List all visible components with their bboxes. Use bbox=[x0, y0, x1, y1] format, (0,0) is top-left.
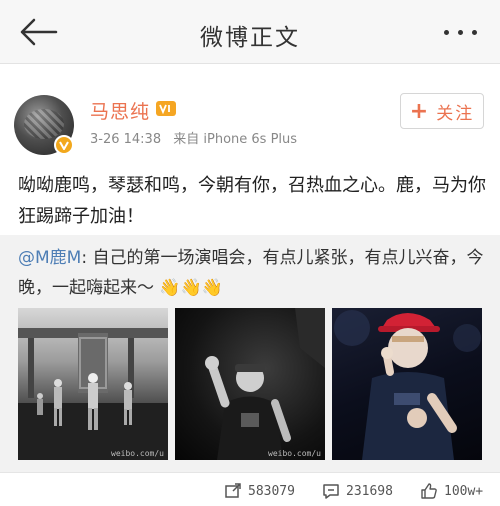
more-icon-dot bbox=[472, 30, 477, 35]
comment-button[interactable]: 231698 bbox=[322, 479, 393, 503]
repost-button[interactable]: 583079 bbox=[224, 479, 295, 503]
plus-icon: + bbox=[409, 98, 431, 124]
waving-hand-icon: 👋👋👋 bbox=[159, 278, 223, 298]
photo-singer-fist[interactable]: weibo.com/u bbox=[175, 308, 325, 460]
photo-stage-dancers[interactable]: weibo.com/u bbox=[18, 308, 168, 460]
post-meta: 3-26 14:38 来自 iPhone 6s Plus bbox=[90, 128, 305, 147]
repost-body: 自己的第一场演唱会，有点儿紧张，有点儿兴奋，今晚，一起嗨起来～ bbox=[18, 248, 484, 298]
more-button[interactable] bbox=[440, 20, 480, 44]
repost-text: @M鹿M: 自己的第一场演唱会，有点儿紧张，有点儿兴奋，今晚，一起嗨起来～ 👋👋… bbox=[18, 243, 488, 303]
repost-count: 583079 bbox=[248, 483, 295, 499]
stage-image bbox=[18, 328, 168, 460]
reposted-card[interactable]: @M鹿M: 自己的第一场演唱会，有点儿紧张，有点儿兴奋，今晚，一起嗨起来～ 👋👋… bbox=[0, 235, 500, 472]
follow-label: 关注 bbox=[436, 103, 475, 124]
photo-watermark: weibo.com/u bbox=[268, 449, 321, 458]
singer-image bbox=[205, 308, 325, 460]
photo-watermark: weibo.com/u bbox=[111, 449, 164, 458]
post-source: 来自 iPhone 6s Plus bbox=[173, 132, 298, 147]
page-title: 微博正文 bbox=[200, 25, 300, 51]
red-cap-image bbox=[334, 310, 481, 460]
comment-icon bbox=[323, 484, 339, 499]
vip-icon bbox=[156, 101, 176, 116]
like-icon bbox=[421, 483, 437, 499]
like-button[interactable]: 100w+ bbox=[420, 479, 483, 503]
action-bar: 583079 231698 100w+ bbox=[0, 472, 500, 506]
post-card: 马思纯 3-26 14:38 来自 iPhone 6s Plus + 关注 呦呦… bbox=[0, 65, 500, 235]
username[interactable]: 马思纯 bbox=[90, 97, 150, 124]
post-content: 呦呦鹿鸣，琴瑟和鸣，今朝有你，召热血之心。鹿，马为你狂踢蹄子加油！ bbox=[18, 175, 486, 227]
comment-count: 231698 bbox=[346, 483, 393, 499]
like-count: 100w+ bbox=[444, 483, 484, 499]
follow-button[interactable]: + 关注 bbox=[400, 93, 484, 129]
more-icon bbox=[444, 30, 449, 35]
verified-icon bbox=[54, 135, 74, 155]
more-icon-dot bbox=[458, 30, 463, 35]
photo-grid: weibo.com/u weibo.com/u bbox=[18, 308, 484, 460]
mention-link[interactable]: @M鹿M bbox=[18, 248, 81, 268]
post-timestamp: 3-26 14:38 bbox=[90, 132, 162, 147]
top-nav-bar: 微博正文 bbox=[0, 0, 500, 64]
photo-singer-red-cap[interactable] bbox=[332, 308, 482, 460]
repost-icon bbox=[225, 483, 241, 498]
